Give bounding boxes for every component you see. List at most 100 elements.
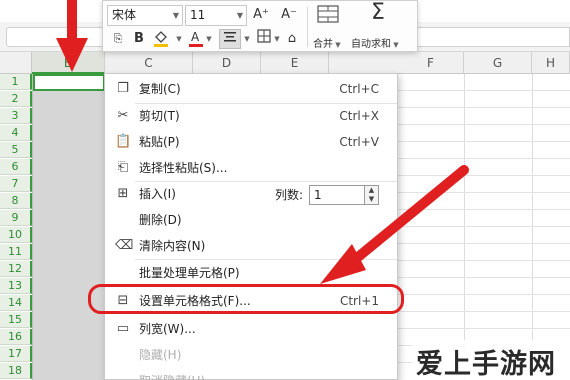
menu-item-label: 剪切(T) — [139, 109, 180, 123]
column-count-input[interactable]: 1 — [309, 185, 365, 205]
svg-text:A: A — [191, 30, 200, 44]
chevron-down-icon[interactable]: ▼ — [273, 29, 281, 49]
format-painter-icon[interactable]: ⎘ — [109, 29, 127, 49]
row-header[interactable]: 5 — [0, 142, 32, 158]
row-header[interactable]: 15 — [0, 312, 32, 328]
select-all-corner[interactable] — [0, 52, 32, 74]
row-header[interactable]: 4 — [0, 125, 32, 141]
menu-item-batch-process[interactable]: 批量处理单元格(P) — [105, 260, 397, 286]
menu-item-hide[interactable]: 隐藏(H) — [105, 342, 397, 368]
row-header[interactable]: 11 — [0, 244, 32, 260]
selected-column-b[interactable] — [32, 74, 105, 380]
menu-item-insert[interactable]: ⊞ 插入(I) 列数: 1 ▲ ▼ — [105, 181, 397, 207]
menu-item-label: 选择性粘贴(S)... — [139, 161, 228, 175]
align-lines-icon — [224, 32, 236, 42]
column-header-b[interactable]: B — [32, 52, 105, 74]
menu-item-column-width[interactable]: ▭ 列宽(W)... — [105, 316, 397, 342]
row-header[interactable]: 12 — [0, 261, 32, 277]
menu-item-shortcut: Ctrl+X — [339, 109, 379, 123]
paste-icon: 📋 — [115, 134, 132, 149]
font-size-select[interactable]: 11 ▼ — [185, 5, 247, 26]
spin-buttons[interactable]: ▲ ▼ — [365, 185, 379, 205]
column-header-h[interactable]: H — [532, 52, 570, 74]
font-name-value: 宋体 — [112, 8, 137, 22]
eraser-icon: ⌫ — [115, 238, 134, 253]
menu-item-cut[interactable]: ✂ 剪切(T) Ctrl+X — [105, 103, 397, 129]
name-box[interactable] — [6, 27, 106, 47]
menu-item-delete[interactable]: 删除(D) — [105, 207, 397, 233]
mini-toolbar: 宋体 ▼ 11 ▼ A⁺ A⁻ ⎘ B ▼ A ▼ ▼ ▼ ⌂ 合并 ▼ Σ 自… — [102, 0, 418, 52]
menu-item-label: 插入(I) — [139, 187, 176, 201]
row-header[interactable]: 16 — [0, 329, 32, 345]
watermark: 爱上手游网 — [412, 340, 570, 380]
menu-item-shortcut: Ctrl+C — [339, 82, 379, 96]
toolbar-divider — [307, 7, 308, 47]
row-header[interactable]: 14 — [0, 295, 32, 311]
watermark-text: 爱上手游网 — [416, 349, 556, 380]
menu-item-label: 隐藏(H) — [139, 348, 182, 362]
row-header[interactable]: 10 — [0, 227, 32, 243]
row-header[interactable]: 3 — [0, 108, 32, 124]
autosum-label: 自动求和 — [351, 39, 391, 50]
gridline — [464, 74, 465, 380]
chevron-down-icon[interactable]: ▼ — [205, 29, 213, 49]
menu-item-paste-special[interactable]: ⎗ 选择性粘贴(S)... — [105, 155, 397, 181]
paint-bucket-icon — [154, 31, 168, 47]
paste-special-icon: ⎗ — [117, 160, 129, 175]
merge-cells-icon[interactable] — [315, 5, 341, 25]
menu-item-label: 取消隐藏(U) — [139, 368, 205, 380]
column-headers: B C D E F G H — [0, 52, 570, 74]
align-center-icon[interactable] — [219, 29, 241, 49]
bold-button[interactable]: B — [131, 29, 147, 49]
menu-item-unhide[interactable]: 取消隐藏(U) — [105, 368, 397, 380]
column-header-d[interactable]: D — [193, 52, 261, 74]
chevron-down-icon[interactable]: ▼ — [175, 29, 183, 49]
font-size-value: 11 — [190, 8, 206, 22]
clear-format-icon[interactable]: ⌂ — [283, 29, 301, 49]
row-header[interactable]: 6 — [0, 159, 32, 175]
scissors-icon: ✂ — [117, 108, 129, 123]
chevron-down-icon: ▼ — [172, 11, 179, 20]
shrink-font-button[interactable]: A⁻ — [279, 5, 299, 25]
menu-item-paste[interactable]: 📋 粘贴(P) Ctrl+V — [105, 129, 397, 155]
chevron-down-icon: ▼ — [236, 11, 243, 20]
context-menu: ❐ 复制(C) Ctrl+C ✂ 剪切(T) Ctrl+X 📋 粘贴(P) Ct… — [104, 73, 398, 380]
column-header-f[interactable]: F — [398, 52, 464, 74]
formula-input[interactable] — [410, 27, 570, 47]
row-header[interactable]: 17 — [0, 346, 32, 362]
sigma-icon[interactable]: Σ — [365, 2, 391, 24]
chevron-down-icon[interactable]: ▼ — [243, 29, 251, 49]
highlight-ring — [88, 284, 404, 314]
grid-border-icon — [257, 29, 271, 43]
menu-item-shortcut: Ctrl+V — [339, 135, 379, 149]
row-header[interactable]: 8 — [0, 193, 32, 209]
menu-item-clear-contents[interactable]: ⌫ 清除内容(N) — [105, 233, 397, 259]
menu-item-label: 批量处理单元格(P) — [139, 266, 240, 280]
column-count-label: 列数: — [275, 188, 304, 202]
row-header[interactable]: 7 — [0, 176, 32, 192]
grow-font-button[interactable]: A⁺ — [251, 5, 271, 25]
merge-grid-icon — [317, 5, 339, 23]
autosum-button[interactable]: 自动求和 ▼ — [351, 35, 399, 50]
font-color-icon[interactable]: A — [187, 29, 205, 49]
menu-item-label: 删除(D) — [139, 213, 182, 227]
menu-item-copy[interactable]: ❐ 复制(C) Ctrl+C — [105, 76, 397, 102]
menu-item-label: 粘贴(P) — [139, 135, 180, 149]
font-name-select[interactable]: 宋体 ▼ — [107, 5, 183, 26]
column-count-field: 列数: 1 ▲ ▼ — [275, 185, 385, 205]
column-header-g[interactable]: G — [464, 52, 532, 74]
column-header-c[interactable]: C — [105, 52, 193, 74]
row-header[interactable]: 9 — [0, 210, 32, 226]
fill-color-icon[interactable] — [151, 29, 173, 49]
row-header[interactable]: 1 — [0, 74, 32, 90]
active-cell[interactable] — [33, 74, 105, 91]
column-header-e[interactable]: E — [261, 52, 329, 74]
copy-icon: ❐ — [117, 81, 129, 96]
borders-icon[interactable] — [255, 29, 273, 49]
row-header[interactable]: 18 — [0, 363, 32, 379]
row-header[interactable]: 13 — [0, 278, 32, 294]
menu-item-label: 复制(C) — [139, 82, 181, 96]
merge-button[interactable]: 合并 ▼ — [313, 35, 341, 50]
column-width-icon: ▭ — [116, 321, 130, 336]
row-header[interactable]: 2 — [0, 91, 32, 107]
